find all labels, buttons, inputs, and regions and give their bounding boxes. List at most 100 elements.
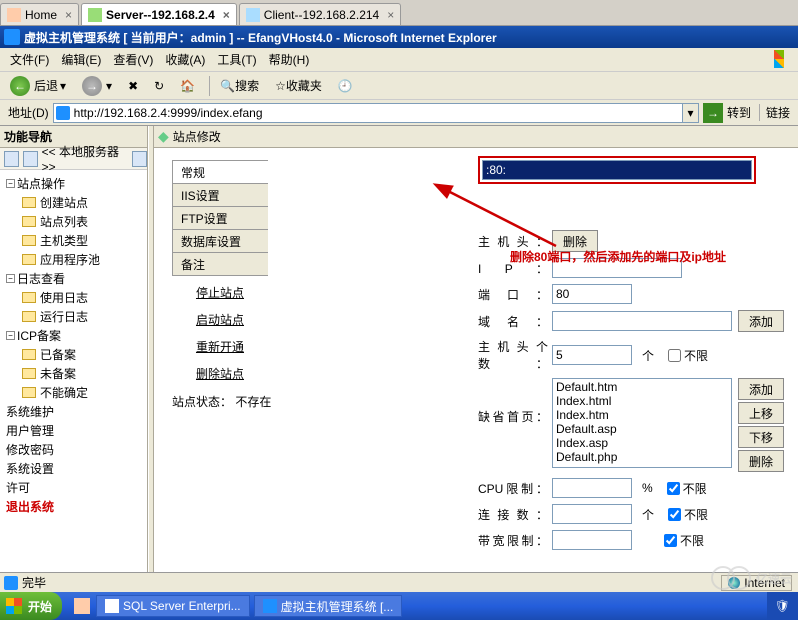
windows-logo-icon [774, 50, 794, 68]
list-item[interactable]: Default.php [554, 450, 730, 464]
tree-group-logs[interactable]: −日志查看 [2, 269, 145, 288]
tree-item-icp-unknown[interactable]: 不能确定 [2, 383, 145, 402]
default-delete-button[interactable]: 删除 [738, 450, 784, 472]
taskbar-item-vhost[interactable]: 虚拟主机管理系统 [... [254, 595, 403, 617]
close-icon[interactable]: × [65, 8, 72, 22]
page-favicon [56, 106, 70, 120]
menu-tools[interactable]: 工具(T) [211, 51, 262, 68]
port-input[interactable] [552, 284, 632, 304]
tree-item-host-type[interactable]: 主机类型 [2, 231, 145, 250]
tab-remark[interactable]: 备注 [172, 252, 268, 276]
nav-item-usermgmt[interactable]: 用户管理 [2, 421, 145, 440]
browser-tab-client[interactable]: Client--192.168.2.214 × [239, 3, 401, 25]
tray-icon[interactable]: 🛡 [775, 599, 790, 613]
status-bar: 完毕 Internet [0, 572, 798, 592]
close-icon[interactable]: × [387, 8, 394, 22]
bw-unlimited-checkbox[interactable] [664, 534, 677, 547]
nav-item-syssettings[interactable]: 系统设置 [2, 459, 145, 478]
search-button[interactable]: 🔍 搜索 [214, 75, 265, 96]
tree-expand-button[interactable] [4, 151, 19, 167]
content-body: 常规 IIS设置 FTP设置 数据库设置 备注 停止站点 启动站点 重新开通 删… [154, 148, 798, 572]
connections-label: 连接数： [478, 506, 548, 523]
add-domain-button[interactable]: 添加 [738, 310, 784, 332]
menu-edit[interactable]: 编辑(E) [55, 51, 107, 68]
host-header-input[interactable] [482, 160, 752, 180]
url-dropdown[interactable]: ▾ [683, 103, 699, 123]
browser-tab-home[interactable]: Home × [0, 3, 79, 25]
back-button[interactable]: ← 后退 ▾ [4, 74, 72, 98]
list-item[interactable]: Index.html [554, 394, 730, 408]
tree-item-site-list[interactable]: 站点列表 [2, 212, 145, 231]
back-arrow-icon: ← [10, 76, 30, 96]
connections-input[interactable] [552, 504, 632, 524]
tab-ftp[interactable]: FTP设置 [172, 206, 268, 230]
menu-view[interactable]: 查看(V) [107, 51, 159, 68]
tree-group-site-ops[interactable]: −站点操作 [2, 174, 145, 193]
taskbar-item-sql[interactable]: SQL Server Enterpri... [96, 595, 250, 617]
tab-label: Server--192.168.2.4 [106, 8, 215, 22]
links-label[interactable]: 链接 [759, 104, 790, 121]
menu-help[interactable]: 帮助(H) [263, 51, 316, 68]
url-text: http://192.168.2.4:9999/index.efang [74, 106, 263, 120]
nav-item-sysmaint[interactable]: 系统维护 [2, 402, 145, 421]
tree-item-icp-done[interactable]: 已备案 [2, 345, 145, 364]
tree-item-create-site[interactable]: 创建站点 [2, 193, 145, 212]
tree-item-icp-not[interactable]: 未备案 [2, 364, 145, 383]
bandwidth-input[interactable] [552, 530, 632, 550]
conn-unlimited-checkbox[interactable] [668, 508, 681, 521]
start-button[interactable]: 开始 [0, 592, 62, 620]
action-reopen-site[interactable]: 重新开通 [172, 333, 268, 360]
forward-button[interactable]: → ▾ [76, 74, 118, 98]
nav-item-changepwd[interactable]: 修改密码 [2, 440, 145, 459]
system-tray[interactable]: 🛡 [767, 592, 798, 620]
stop-button[interactable]: ✖ [122, 77, 144, 95]
tree-item-run-log[interactable]: 运行日志 [2, 307, 145, 326]
menu-favorites[interactable]: 收藏(A) [159, 51, 211, 68]
sidebar-toolbar: << 本地服务器 >> [0, 148, 147, 170]
action-stop-site[interactable]: 停止站点 [172, 279, 268, 306]
host-count-input[interactable] [552, 345, 632, 365]
host-count-unlimited-checkbox[interactable] [668, 349, 681, 362]
tree-group-icp[interactable]: −ICP备案 [2, 326, 145, 345]
action-start-site[interactable]: 启动站点 [172, 306, 268, 333]
host-count-label: 主机头个数： [478, 338, 548, 372]
tree-refresh-button[interactable] [132, 151, 147, 167]
domain-input[interactable] [552, 311, 732, 331]
close-icon[interactable]: × [223, 8, 230, 22]
list-item[interactable]: Index.htm [554, 408, 730, 422]
list-item[interactable]: Default.asp [554, 422, 730, 436]
history-button[interactable]: 🕘 [332, 77, 359, 95]
tab-db[interactable]: 数据库设置 [172, 229, 268, 253]
tab-iis[interactable]: IIS设置 [172, 183, 268, 207]
default-pages-listbox[interactable]: Default.htm Index.html Index.htm Default… [552, 378, 732, 468]
nav-item-exit[interactable]: 退出系统 [2, 497, 145, 516]
tree-item-app-pool[interactable]: 应用程序池 [2, 250, 145, 269]
list-item[interactable]: Index.asp [554, 436, 730, 450]
default-add-button[interactable]: 添加 [738, 378, 784, 400]
move-up-button[interactable]: 上移 [738, 402, 784, 424]
list-item[interactable]: Default.htm [554, 380, 730, 394]
tab-label: Home [25, 8, 57, 22]
taskbar: 开始 SQL Server Enterpri... 虚拟主机管理系统 [... … [0, 592, 798, 620]
action-delete-site[interactable]: 删除站点 [172, 360, 268, 387]
cpu-input[interactable] [552, 478, 632, 498]
cpu-unlimited-checkbox[interactable] [667, 482, 680, 495]
nav-item-license[interactable]: 许可 [2, 478, 145, 497]
form-area: 主机头： 删除 I P ： 端口： 域名： 添加 主机头个数： [478, 156, 798, 556]
content-title: 站点修改 [173, 128, 221, 145]
go-button[interactable]: → [703, 103, 723, 123]
menu-file[interactable]: 文件(F) [4, 51, 55, 68]
browser-tab-server[interactable]: Server--192.168.2.4 × [81, 3, 237, 25]
url-input[interactable]: http://192.168.2.4:9999/index.efang [53, 103, 683, 123]
tree-item-usage-log[interactable]: 使用日志 [2, 288, 145, 307]
quicklaunch-icon[interactable] [74, 598, 90, 614]
home-button[interactable]: 🏠 [174, 77, 201, 95]
tab-general[interactable]: 常规 [172, 160, 268, 184]
address-bar: 地址(D) http://192.168.2.4:9999/index.efan… [0, 100, 798, 126]
tree-collapse-button[interactable] [23, 151, 38, 167]
chevron-down-icon: ▾ [106, 79, 112, 93]
sidebar: 功能导航 << 本地服务器 >> −站点操作 创建站点 站点列表 主机类型 应用… [0, 126, 148, 572]
favorites-button[interactable]: ☆ 收藏夹 [269, 75, 328, 96]
move-down-button[interactable]: 下移 [738, 426, 784, 448]
refresh-button[interactable]: ↻ [148, 77, 170, 95]
